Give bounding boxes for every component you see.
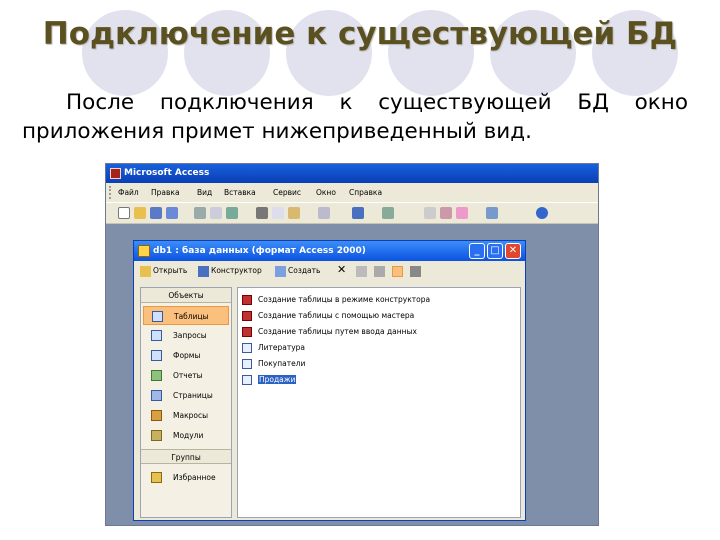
relationships-icon[interactable] <box>456 207 468 219</box>
help-icon[interactable] <box>536 207 548 219</box>
list-item[interactable]: Создание таблицы путем ввода данных <box>242 324 417 339</box>
slide-body-text: После подключения к существующей БД окно… <box>22 90 688 144</box>
list-item[interactable]: Покупатели <box>242 356 305 371</box>
form-icon <box>151 350 162 361</box>
page-icon <box>151 390 162 401</box>
app-title: Microsoft Access <box>124 168 210 178</box>
list-item-label: Покупатели <box>258 359 306 368</box>
object-reports-label: Отчеты <box>173 371 203 380</box>
database-toolbar: Открыть Конструктор Создать ✕ <box>134 262 525 282</box>
menu-bar: Файл Правка Вид Вставка Сервис Окно Спра… <box>106 183 598 202</box>
design-icon <box>198 266 209 277</box>
toolbar-grip-icon[interactable] <box>109 186 112 199</box>
object-queries-label: Запросы <box>173 331 207 340</box>
object-tables-label: Таблицы <box>174 312 209 321</box>
menu-edit[interactable]: Правка <box>151 188 180 197</box>
wizard-icon <box>242 295 252 305</box>
undo-icon[interactable] <box>318 207 330 219</box>
spelling-icon[interactable] <box>226 207 238 219</box>
list-item-label: Литература <box>258 343 306 352</box>
code-icon[interactable] <box>424 207 436 219</box>
list-item[interactable]: Создание таблицы в режиме конструктора <box>242 292 430 307</box>
menu-help[interactable]: Справка <box>349 188 382 197</box>
search-icon[interactable] <box>166 207 178 219</box>
open-icon[interactable] <box>134 207 146 219</box>
object-modules[interactable]: Модули <box>143 426 229 445</box>
new-icon[interactable] <box>118 207 130 219</box>
list-item[interactable]: Продажи <box>242 372 297 387</box>
app-title-bar: Microsoft Access <box>106 164 598 183</box>
analyze-icon[interactable] <box>382 207 394 219</box>
menu-file[interactable]: Файл <box>118 188 139 197</box>
slide-title: Подключение к существующей БД <box>42 16 678 52</box>
object-forms[interactable]: Формы <box>143 346 229 365</box>
database-window-title: db1 : база данных (формат Access 2000) <box>153 246 366 256</box>
properties-icon[interactable] <box>440 207 452 219</box>
database-icon <box>138 245 150 257</box>
list-item[interactable]: Литература <box>242 340 305 355</box>
save-icon[interactable] <box>150 207 162 219</box>
copy-icon[interactable] <box>272 207 284 219</box>
object-modules-label: Модули <box>173 431 204 440</box>
list-view-icon[interactable] <box>392 266 403 277</box>
create-button[interactable]: Создать <box>288 266 320 275</box>
menu-insert[interactable]: Вставка <box>224 188 256 197</box>
list-item-label: Создание таблицы с помощью мастера <box>258 311 415 320</box>
new-object-icon[interactable] <box>486 207 498 219</box>
list-item-label: Создание таблицы путем ввода данных <box>258 327 417 336</box>
list-item-label: Продажи <box>258 375 297 384</box>
delete-icon[interactable]: ✕ <box>337 263 346 276</box>
print-icon[interactable] <box>194 207 206 219</box>
menu-view[interactable]: Вид <box>197 188 212 197</box>
object-tables[interactable]: Таблицы <box>143 306 229 325</box>
open-object-icon <box>140 266 151 277</box>
macro-icon <box>151 410 162 421</box>
objects-bar: Объекты Таблицы Запросы Формы Отчеты Стр… <box>140 287 232 518</box>
object-reports[interactable]: Отчеты <box>143 366 229 385</box>
object-macros-label: Макросы <box>173 411 208 420</box>
details-view-icon[interactable] <box>410 266 421 277</box>
standard-toolbar <box>106 202 598 224</box>
database-window: db1 : база данных (формат Access 2000) _… <box>133 240 526 521</box>
table-icon <box>242 343 252 353</box>
small-icons-icon[interactable] <box>374 266 385 277</box>
object-forms-label: Формы <box>173 351 201 360</box>
access-screenshot: Microsoft Access Файл Правка Вид Вставка… <box>105 163 599 526</box>
object-queries[interactable]: Запросы <box>143 326 229 345</box>
objects-header[interactable]: Объекты <box>141 288 231 303</box>
table-icon <box>242 359 252 369</box>
access-app-icon <box>110 168 121 179</box>
office-links-icon[interactable] <box>352 207 364 219</box>
objects-list: Создание таблицы в режиме конструктора С… <box>237 287 521 518</box>
object-pages[interactable]: Страницы <box>143 386 229 405</box>
table-icon <box>152 311 163 322</box>
report-icon <box>151 370 162 381</box>
minimize-button[interactable]: _ <box>469 243 485 259</box>
design-button[interactable]: Конструктор <box>211 266 262 275</box>
group-favorites[interactable]: Избранное <box>143 468 229 487</box>
wizard-icon <box>242 327 252 337</box>
menu-window[interactable]: Окно <box>316 188 336 197</box>
groups-header[interactable]: Группы <box>141 449 231 464</box>
open-object-button[interactable]: Открыть <box>153 266 187 275</box>
table-icon <box>242 375 252 385</box>
maximize-button[interactable]: □ <box>487 243 503 259</box>
favorites-folder-icon <box>151 472 162 483</box>
object-macros[interactable]: Макросы <box>143 406 229 425</box>
list-item[interactable]: Создание таблицы с помощью мастера <box>242 308 414 323</box>
wizard-icon <box>242 311 252 321</box>
database-window-title-bar: db1 : база данных (формат Access 2000) _… <box>134 241 525 261</box>
large-icons-icon[interactable] <box>356 266 367 277</box>
query-icon <box>151 330 162 341</box>
close-button[interactable]: ✕ <box>505 243 521 259</box>
group-favorites-label: Избранное <box>173 473 216 482</box>
preview-icon[interactable] <box>210 207 222 219</box>
create-icon <box>275 266 286 277</box>
cut-icon[interactable] <box>256 207 268 219</box>
module-icon <box>151 430 162 441</box>
menu-tools[interactable]: Сервис <box>273 188 301 197</box>
list-item-label: Создание таблицы в режиме конструктора <box>258 295 431 304</box>
object-pages-label: Страницы <box>173 391 213 400</box>
paste-icon[interactable] <box>288 207 300 219</box>
